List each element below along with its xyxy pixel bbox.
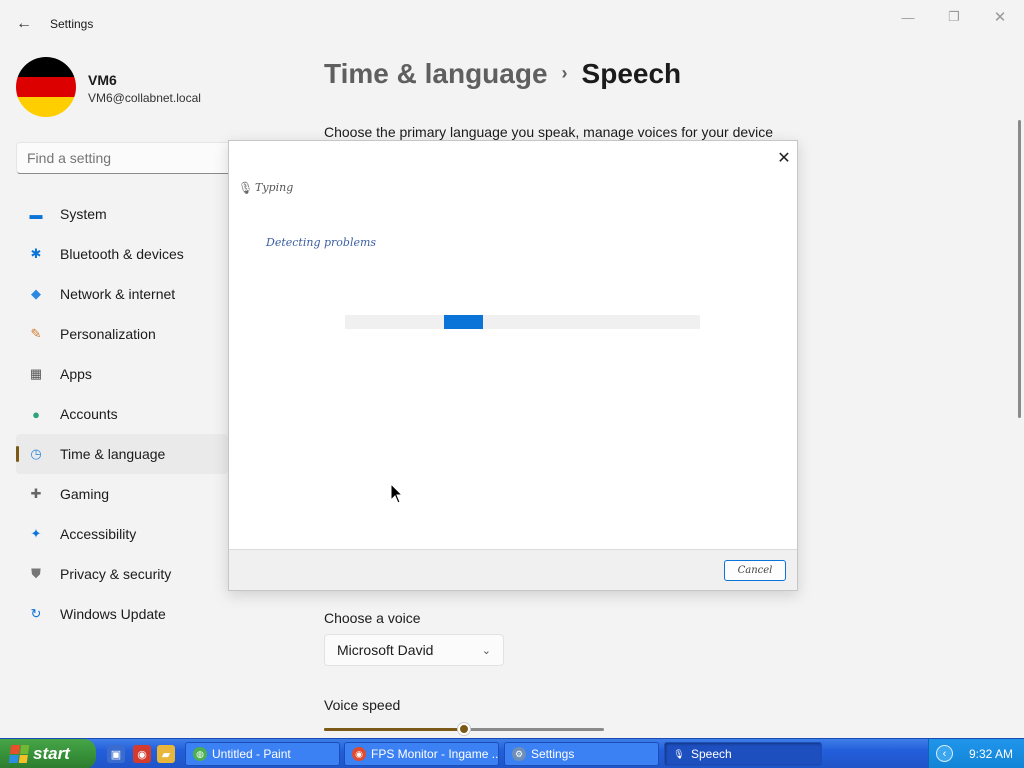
sidebar-item-label: System [60,206,107,222]
sidebar-item-apps[interactable]: ▦ Apps [16,354,228,394]
progress-bar [345,315,700,329]
app-title: Settings [50,17,94,31]
sidebar-item-label: Windows Update [60,606,166,622]
restore-icon: ❐ [948,9,960,24]
quick-launch-icon[interactable]: ▰ [157,745,175,763]
sidebar-item-label: Time & language [60,446,166,462]
voice-speed-label: Voice speed [324,697,401,713]
taskbar-button[interactable]: 🎙 Speech [664,742,822,766]
sidebar-item-privacy-and-security[interactable]: ⛊ Privacy & security [16,554,228,594]
close-icon: ✕ [993,9,1007,26]
dialog-footer: Cancel [229,549,797,590]
app-icon: 🎙 [673,748,685,759]
start-button[interactable]: start [0,739,96,768]
mouse-cursor-icon [391,484,403,504]
sidebar-item-label: Gaming [60,486,110,502]
start-label: start [33,744,70,763]
windows-logo-icon [8,745,30,763]
sidebar-item-personalization[interactable]: ✎ Personalization [16,314,228,354]
network-and-internet-icon: ◆ [31,286,41,301]
privacy-and-security-icon: ⛊ [31,566,41,581]
sidebar-item-label: Bluetooth & devices [60,246,184,262]
taskbar-button-label: FPS Monitor - Ingame ... [371,747,499,761]
user-name: VM6 [88,72,117,88]
sidebar-item-network-and-internet[interactable]: ◆ Network & internet [16,274,228,314]
dialog-close-button[interactable]: ✕ [773,147,795,169]
sidebar-item-label: Personalization [60,326,156,342]
breadcrumb-parent[interactable]: Time & language [324,58,548,89]
voice-dropdown-value: Microsoft David [337,642,434,658]
sidebar-item-label: Privacy & security [60,566,172,582]
personalization-icon: ✎ [30,326,42,341]
sidebar-item-system[interactable]: ▬ System [16,194,228,234]
sidebar-item-bluetooth-and-devices[interactable]: ✱ Bluetooth & devices [16,234,228,274]
sidebar-item-time-and-language[interactable]: ◷ Time & language [16,434,228,474]
taskbar-button-label: Speech [691,747,732,761]
taskbar-button[interactable]: ◉ FPS Monitor - Ingame ... [344,742,499,766]
show-hidden-icons-button[interactable]: ‹ [936,745,953,762]
back-button[interactable]: ← [12,12,36,36]
breadcrumb: Time & language › Speech [324,58,681,90]
slider-thumb[interactable] [458,723,470,735]
chevron-down-icon: ⌄ [481,644,491,657]
windows-update-icon: ↻ [30,606,42,621]
app-icon: ⚙ [512,747,526,761]
sidebar-item-label: Apps [60,366,92,382]
chevron-right-icon: › [561,63,568,83]
title-bar: ← Settings — ❐ ✕ [0,0,1024,48]
page-title: Speech [581,58,682,89]
voice-speed-slider[interactable] [324,722,604,736]
taskbar-button[interactable]: ⚙ Settings [504,742,659,766]
sidebar-item-accounts[interactable]: ● Accounts [16,394,228,434]
page-description: Choose the primary language you speak, m… [324,124,774,140]
bluetooth-and-devices-icon: ✱ [30,246,42,261]
flag-stripe-gold [16,97,76,117]
app-icon: ◍ [193,747,207,761]
maximize-button[interactable]: ❐ [934,6,974,28]
gaming-icon: ✚ [30,486,42,501]
user-email: VM6@collabnet.local [88,91,201,105]
sidebar-item-label: Accessibility [60,526,137,542]
sidebar-item-accessibility[interactable]: ✦ Accessibility [16,514,228,554]
accounts-icon: ● [32,406,40,422]
avatar[interactable] [16,57,76,117]
system-tray: ‹ 9:32 AM [928,739,1024,768]
progress-indicator [444,315,484,329]
flag-stripe-black [16,57,76,77]
microphone-icon: 🎙 [238,181,254,195]
time-and-language-icon: ◷ [30,446,42,461]
voice-dropdown[interactable]: Microsoft David ⌄ [324,634,504,666]
taskbar-button[interactable]: ◍ Untitled - Paint [185,742,340,766]
quick-launch-icon[interactable]: ▣ [107,745,125,763]
apps-icon: ▦ [29,366,43,381]
sidebar-item-windows-update[interactable]: ↻ Windows Update [16,594,228,634]
taskbar-button-label: Untitled - Paint [212,747,291,761]
flag-stripe-red [16,77,76,97]
cancel-button[interactable]: Cancel [724,560,786,581]
minimize-button[interactable]: — [888,6,928,28]
minimize-icon: — [901,9,915,25]
sidebar-item-gaming[interactable]: ✚ Gaming [16,474,228,514]
clock: 9:32 AM [969,747,1014,761]
dialog-status: Detecting problems [266,236,377,249]
scrollbar[interactable] [1018,120,1021,418]
quick-launch-icon[interactable]: ◉ [133,745,151,763]
taskbar: start ▣ ◉ ▰ ◍ Untitled - Paint ◉ FPS Monitor … [0,738,1024,768]
slider-fill [324,728,464,731]
app-icon: ◉ [352,747,366,761]
sidebar-nav: ▬ System ✱ Bluetooth & devices ◆ Network & in… [16,194,228,634]
taskbar-button-label: Settings [531,747,575,761]
system-icon: ▬ [29,206,43,222]
sidebar-item-label: Accounts [60,406,118,422]
dialog-title: Typing [255,181,294,194]
accessibility-icon: ✦ [30,526,42,541]
close-icon: ✕ [777,150,791,167]
back-arrow-icon: ← [16,15,32,32]
close-window-button[interactable]: ✕ [980,6,1020,28]
voice-label: Choose a voice [324,610,421,626]
troubleshooter-dialog: ✕ 🎙 Typing Detecting problems Cancel [228,140,798,591]
search-input[interactable] [16,142,246,174]
sidebar-item-label: Network & internet [60,286,176,302]
